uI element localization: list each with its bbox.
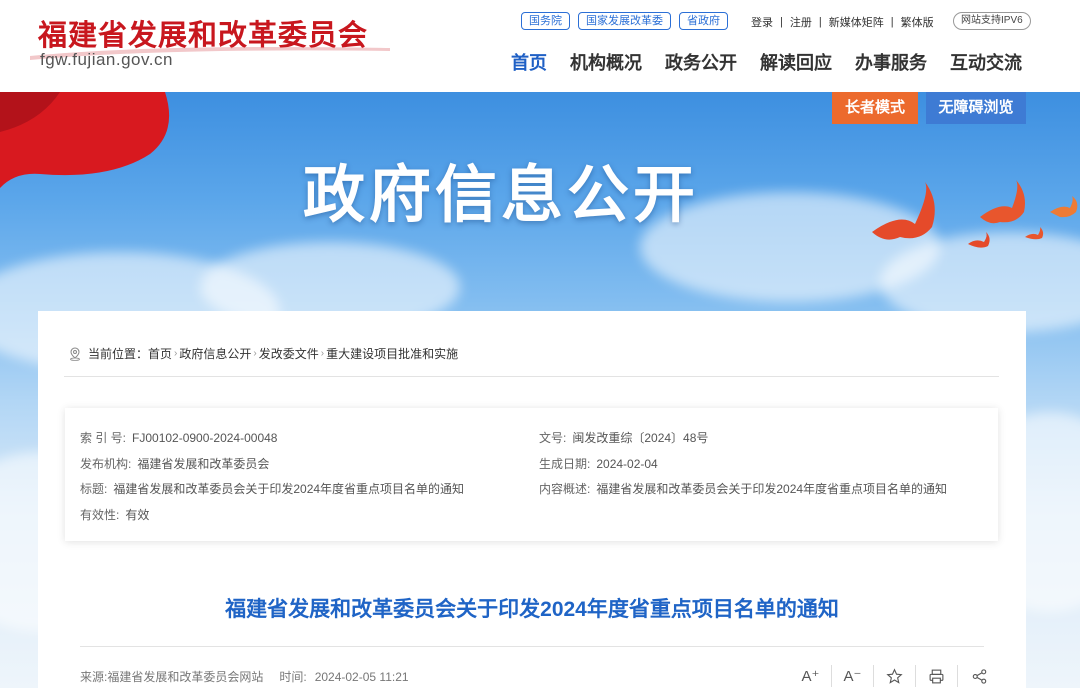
article-toolbar: A⁺ A⁻: [790, 665, 1000, 687]
meta-publisher-value: 福建省发展和改革委员会: [137, 457, 270, 471]
breadcrumb: 当前位置： 首页 › 政府信息公开 › 发改委文件 › 重大建设项目批准和实施: [68, 345, 458, 362]
traditional-chinese-link[interactable]: 繁体版: [901, 14, 934, 30]
site-header: 福建省发展和改革委员会 fgw.fujian.gov.cn 国务院 国家发展改革…: [0, 0, 1080, 92]
meta-doc-no: 文号: 闽发改重综〔2024〕48号: [539, 429, 708, 446]
register-link[interactable]: 注册: [790, 14, 812, 30]
meta-publisher-label: 发布机构:: [80, 457, 132, 471]
article-title: 福建省发展和改革委员会关于印发2024年度省重点项目名单的通知: [225, 598, 839, 621]
breadcrumb-separator-icon: ›: [253, 348, 257, 359]
article-time-value: 2024-02-05 11:21: [314, 670, 409, 684]
meta-publisher: 发布机构: 福建省发展和改革委员会: [80, 455, 269, 472]
meta-title-value: 福建省发展和改革委员会关于印发2024年度省重点项目名单的通知: [113, 482, 465, 496]
meta-index-label: 索 引 号:: [80, 431, 127, 445]
link-state-council[interactable]: 国务院: [521, 12, 570, 30]
printer-icon: [929, 669, 944, 683]
share-icon: [972, 668, 986, 684]
meta-doc-no-label: 文号:: [539, 431, 567, 445]
meta-validity-value: 有效: [125, 508, 150, 522]
meta-title: 标题: 福建省发展和改革委员会关于印发2024年度省重点项目名单的通知: [80, 480, 464, 497]
article-source: 来源:福建省发展和改革委员会网站: [80, 670, 264, 684]
ipv6-badge: 网站支持IPV6: [953, 12, 1031, 30]
divider: |: [890, 16, 894, 28]
font-decrease-button[interactable]: A⁻: [832, 665, 874, 687]
nav-gov-affairs[interactable]: 政务公开: [665, 49, 737, 75]
main-nav: 首页 机构概况 政务公开 解读回应 办事服务 互动交流: [511, 49, 1022, 75]
link-ndrc[interactable]: 国家发展改革委: [578, 12, 671, 30]
banner-title: 政府信息公开: [303, 161, 700, 230]
meta-index: 索 引 号: FJ00102-0900-2024-00048: [80, 429, 277, 446]
article-time-label: 时间:: [279, 670, 307, 684]
breadcrumb-home[interactable]: 首页: [148, 345, 172, 362]
document-metadata: 索 引 号: FJ00102-0900-2024-00048 文号: 闽发改重综〔2…: [65, 408, 998, 541]
meta-title-label: 标题:: [80, 482, 108, 496]
utility-links: 登录 | 注册 | 新媒体矩阵 | 繁体版: [751, 14, 934, 30]
meta-summary: 内容概述: 福建省发展和改革委员会关于印发2024年度省重点项目名单的通知: [539, 480, 947, 497]
elder-mode-button[interactable]: 长者模式: [832, 92, 918, 124]
divider: [64, 376, 999, 377]
breadcrumb-separator-icon: ›: [174, 348, 178, 359]
divider: |: [780, 16, 783, 28]
new-media-link[interactable]: 新媒体矩阵: [829, 14, 884, 30]
meta-date-label: 生成日期:: [539, 457, 591, 471]
nav-home[interactable]: 首页: [511, 49, 547, 75]
nav-about[interactable]: 机构概况: [570, 49, 642, 75]
accessible-mode-button[interactable]: 无障碍浏览: [926, 92, 1026, 124]
breadcrumb-major-projects[interactable]: 重大建设项目批准和实施: [326, 345, 458, 362]
meta-summary-value: 福建省发展和改革委员会关于印发2024年度省重点项目名单的通知: [596, 482, 948, 496]
nav-interaction[interactable]: 互动交流: [950, 49, 1022, 75]
meta-index-value: FJ00102-0900-2024-00048: [132, 431, 278, 445]
breadcrumb-gov-info[interactable]: 政府信息公开: [179, 345, 251, 362]
meta-date: 生成日期: 2024-02-04: [539, 455, 658, 472]
breadcrumb-separator-icon: ›: [320, 348, 325, 359]
breadcrumb-ndrc-docs[interactable]: 发改委文件: [259, 345, 319, 362]
location-icon: [70, 346, 80, 361]
breadcrumb-prefix: 当前位置：: [88, 347, 149, 361]
font-increase-button[interactable]: A⁺: [790, 665, 832, 687]
meta-validity-label: 有效性:: [80, 508, 120, 522]
divider: [80, 646, 984, 647]
star-icon: [886, 667, 903, 684]
red-flag-decoration: [0, 92, 170, 188]
login-link[interactable]: 登录: [751, 14, 773, 30]
share-button[interactable]: [958, 665, 1000, 687]
nav-services[interactable]: 办事服务: [855, 49, 927, 75]
external-links: 国务院 国家发展改革委 省政府: [521, 12, 728, 30]
divider: |: [818, 16, 822, 28]
meta-validity: 有效性: 有效: [80, 506, 149, 523]
meta-doc-no-value: 闽发改重综〔2024〕48号: [572, 431, 709, 445]
flying-birds-decoration: [872, 180, 1078, 248]
article-source-row: 来源:福建省发展和改革委员会网站 时间: 2024-02-05 11:21: [80, 668, 409, 685]
link-provincial-gov[interactable]: 省政府: [679, 12, 728, 30]
nav-interpretation[interactable]: 解读回应: [760, 49, 832, 75]
content-panel: 当前位置： 首页 › 政府信息公开 › 发改委文件 › 重大建设项目批准和实施 …: [38, 311, 1026, 688]
meta-summary-label: 内容概述:: [539, 482, 591, 496]
print-button[interactable]: [916, 665, 958, 687]
favorite-button[interactable]: [874, 665, 916, 687]
site-domain: fgw.fujian.gov.cn: [40, 50, 173, 69]
meta-date-value: 2024-02-04: [596, 457, 658, 471]
